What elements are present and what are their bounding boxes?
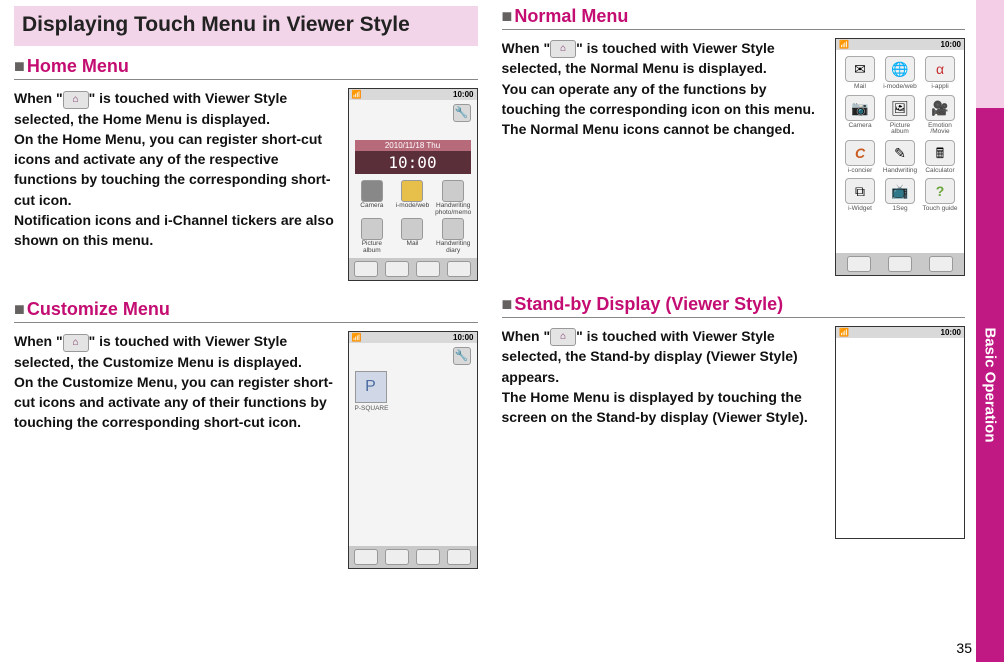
status-time: 10:00 — [941, 40, 961, 49]
heading-normal: ■Normal Menu — [502, 6, 966, 30]
standby-touch-icon: ⌂ — [550, 328, 576, 346]
customize-item: P-SQUARE — [355, 405, 471, 412]
section-customize: ■Customize Menu 📶 10:00 🔧 P P-SQUARE — [14, 299, 478, 569]
bottom-bar — [349, 258, 477, 280]
thumb-standby: 📶 10:00 — [835, 326, 965, 539]
section-standby: ■Stand-by Display (Viewer Style) 📶 10:00… — [502, 294, 966, 539]
bottom-bar — [349, 546, 477, 568]
home-touch-icon: ⌂ — [63, 91, 89, 109]
standby-blank — [836, 338, 964, 538]
status-time: 10:00 — [453, 90, 473, 99]
customize-touch-icon: ⌂ — [63, 334, 89, 352]
thumb-home: 📶 10:00 🔧 2010/11/18 Thu 10:00 Camera i-… — [348, 88, 478, 281]
section-normal: ■Normal Menu 📶 10:00 ✉Mail 🌐i-mode/web α… — [502, 6, 966, 276]
heading-standby: ■Stand-by Display (Viewer Style) — [502, 294, 966, 318]
heading-customize: ■Customize Menu — [14, 299, 478, 323]
home-date: 2010/11/18 Thu — [355, 140, 471, 151]
status-signal-icon: 📶 — [352, 90, 362, 99]
side-tab-label: Basic Operation — [982, 327, 999, 442]
section-home: ■Home Menu 📶 10:00 🔧 2010/11/18 Thu 10:0… — [14, 56, 478, 281]
side-tab: Basic Operation — [976, 0, 1004, 662]
page-number: 35 — [956, 640, 972, 656]
title-box: Displaying Touch Menu in Viewer Style — [14, 6, 478, 46]
page: Displaying Touch Menu in Viewer Style ■H… — [0, 0, 975, 662]
status-time: 10:00 — [941, 328, 961, 337]
thumb-normal: 📶 10:00 ✉Mail 🌐i-mode/web αi-appli 📷Came… — [835, 38, 965, 276]
page-title: Displaying Touch Menu in Viewer Style — [22, 12, 470, 38]
thumb-customize: 📶 10:00 🔧 P P-SQUARE — [348, 331, 478, 569]
normal-touch-icon: ⌂ — [550, 40, 576, 58]
left-column: Displaying Touch Menu in Viewer Style ■H… — [14, 6, 478, 652]
wrench-icon: 🔧 — [453, 104, 471, 122]
bottom-bar — [836, 253, 964, 275]
normal-grid: ✉Mail 🌐i-mode/web αi-appli 📷Camera 🖼Pict… — [836, 50, 964, 219]
status-time: 10:00 — [453, 333, 473, 342]
right-column: ■Normal Menu 📶 10:00 ✉Mail 🌐i-mode/web α… — [502, 6, 966, 652]
wrench-icon: 🔧 — [453, 347, 471, 365]
home-time: 10:00 — [355, 151, 471, 174]
status-signal-icon: 📶 — [839, 40, 849, 49]
status-signal-icon: 📶 — [839, 328, 849, 337]
heading-home: ■Home Menu — [14, 56, 478, 80]
status-signal-icon: 📶 — [352, 333, 362, 342]
